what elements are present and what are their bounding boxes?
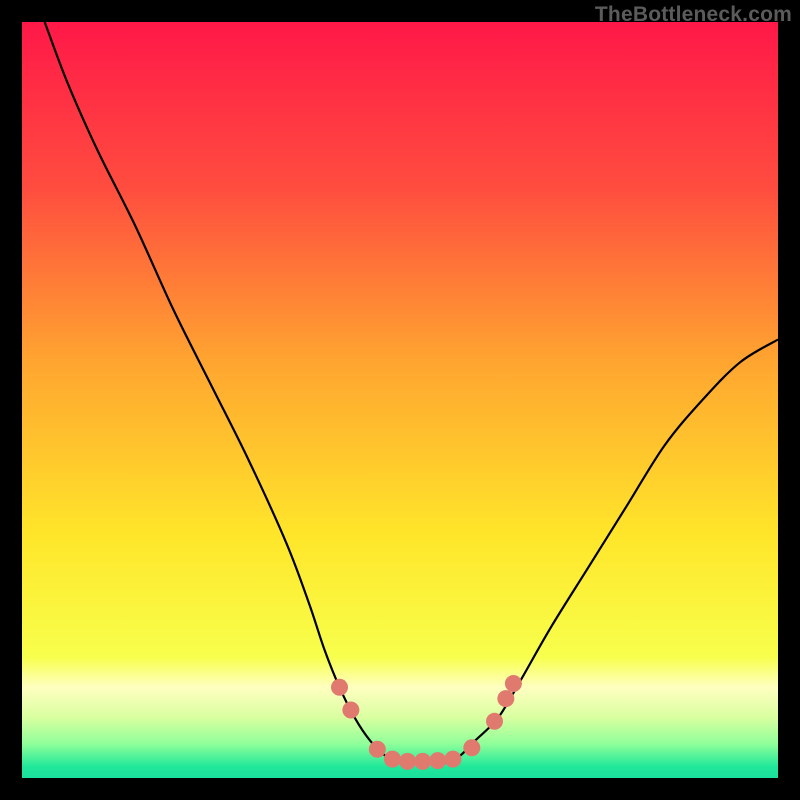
data-marker <box>505 675 522 692</box>
data-marker <box>414 753 431 770</box>
data-marker <box>369 741 386 758</box>
data-marker <box>486 713 503 730</box>
data-marker <box>429 752 446 769</box>
plot-area <box>22 22 778 778</box>
data-marker <box>331 679 348 696</box>
data-marker <box>463 739 480 756</box>
data-marker <box>342 701 359 718</box>
gradient-background <box>22 22 778 778</box>
data-marker <box>399 753 416 770</box>
plot-svg <box>22 22 778 778</box>
watermark-text: TheBottleneck.com <box>595 3 792 27</box>
chart-frame: TheBottleneck.com <box>0 0 800 800</box>
data-marker <box>384 751 401 768</box>
data-marker <box>444 751 461 768</box>
data-marker <box>497 690 514 707</box>
